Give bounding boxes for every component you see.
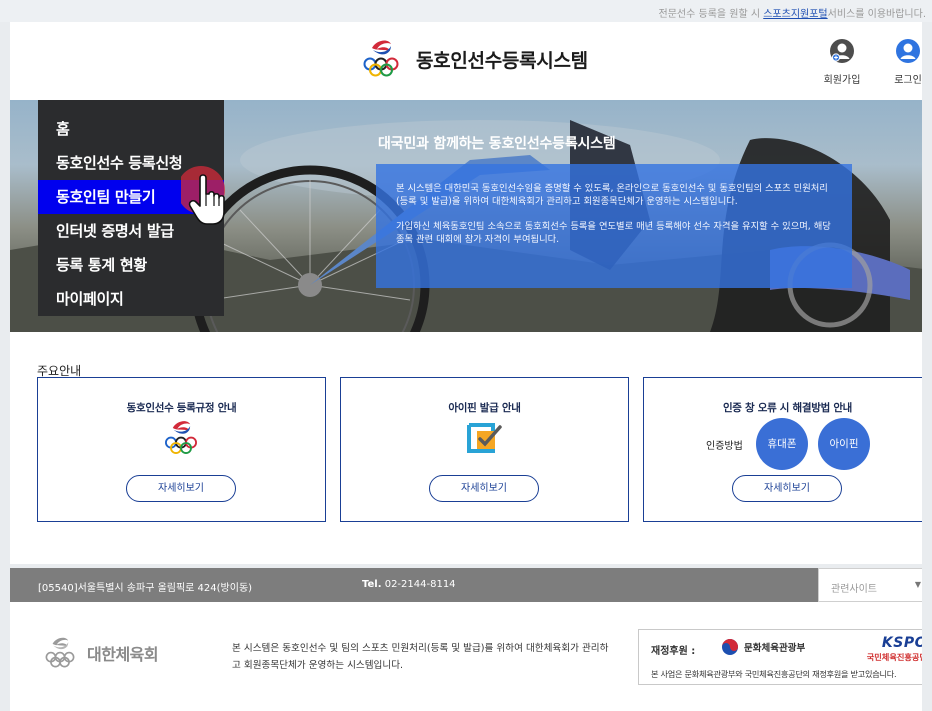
tel-label: Tel. [362, 579, 382, 590]
ministry-logo: 문화체육관광부 [721, 638, 805, 656]
kspo-name: 국민체육진흥공단 [866, 652, 927, 662]
olympic-rings-logo [165, 421, 197, 454]
top-notice-bar: 전문선수 등록을 원할 시 스포츠지원포털서비스를 이용바랍니다. [0, 0, 932, 22]
hero-title: 대국민과 함께하는 동호인선수등록시스템 [378, 136, 616, 152]
detail-button[interactable]: 자세히보기 [732, 475, 842, 502]
hero-paragraph-1: 본 시스템은 대한민국 동호인선수임을 증명할 수 있도록, 온라인으로 동호인… [396, 183, 828, 207]
card-ipin-guide: 아이핀 발급 안내 자세히보기 [340, 377, 629, 522]
site-footer: 대한체육회 본 시스템은 동호인선수 및 팀의 스포츠 민원처리(등록 및 발급… [10, 602, 932, 711]
auth-method-label: 인증방법 [706, 441, 743, 452]
taegeuk-icon [722, 639, 738, 655]
olympic-rings-logo [363, 40, 399, 77]
menu-item-mypage[interactable]: 마이페이지 [38, 282, 224, 316]
page-scrollbar[interactable] [922, 22, 932, 711]
sports-portal-link[interactable]: 스포츠지원포털 [763, 9, 827, 20]
login-user-icon [896, 39, 920, 63]
ministry-name: 문화체육관광부 [744, 643, 806, 654]
detail-button[interactable]: 자세히보기 [126, 475, 236, 502]
sponsor-label: 재정후원 : [651, 646, 696, 657]
join-button[interactable]: 회원가입 [816, 38, 868, 86]
hand-pointer-icon [181, 166, 225, 225]
top-notice-text: 전문선수 등록을 원할 시 스포츠지원포털서비스를 이용바랍니다. [659, 5, 926, 20]
menu-item-statistics[interactable]: 등록 통계 현황 [38, 248, 224, 282]
ipin-auth-button[interactable]: 아이핀 [818, 418, 870, 470]
footer-description: 본 시스템은 동호인선수 및 팀의 스포츠 민원처리(등록 및 발급)를 위하여… [232, 643, 609, 671]
ipin-icon [467, 423, 502, 453]
sponsor-box: 재정후원 : 문화체육관광부 KSPO 국민체육진흥공단 본 사업은 문화체육관… [638, 629, 932, 685]
related-sites-label: 관련사이트 [831, 584, 877, 595]
top-notice-prefix: 전문선수 등록을 원할 시 [658, 9, 764, 20]
chevron-down-icon: ▼ [914, 580, 921, 589]
detail-button[interactable]: 자세히보기 [429, 475, 539, 502]
card-title: 아이핀 발급 안내 [448, 402, 521, 414]
brand[interactable]: 동호인선수등록시스템 [358, 36, 588, 82]
tel-number: 02-2144-8114 [384, 579, 456, 590]
site-title: 동호인선수등록시스템 [416, 49, 588, 72]
card-title: 동호인선수 등록규정 안내 [126, 402, 237, 414]
kspo-logo: KSPO 국민체육진흥공단 [845, 635, 927, 663]
menu-item-home[interactable]: 홈 [38, 112, 224, 146]
top-notice-suffix: 서비스를 이용바랍니다. [827, 9, 926, 20]
hero-paragraph-2: 가입하신 체육동호인팀 소속으로 동호회선수 등록을 연도별로 매년 등록해야 … [396, 221, 831, 245]
card-auth-error-guide: 인증 창 오류 시 해결방법 안내 인증방법 휴대폰 아이핀 자세히보기 [643, 377, 932, 522]
join-user-icon [830, 39, 854, 63]
olympic-rings-logo [45, 637, 75, 668]
main-content: 주요안내 동호인선수 등록규정 안내 자세히보기 아이핀 발급 안내 자세히보기… [10, 332, 932, 564]
site-header: 동호인선수등록시스템 회원가입 로그인 [10, 22, 932, 100]
address-text: [05540]서울특별시 송파구 올림픽로 424(방이동) [38, 583, 253, 594]
footer-org-name: 대한체육회 [87, 645, 159, 664]
footer-logo: 대한체육회 [41, 634, 159, 672]
card-title: 인증 창 오류 시 해결방법 안내 [722, 402, 853, 414]
mobile-auth-button[interactable]: 휴대폰 [756, 418, 808, 470]
tel-text: Tel. 02-2144-8114 [362, 579, 456, 590]
sponsor-note: 본 사업은 문화체육관광부와 국민체육진흥공단의 재정후원을 받고있습니다. [651, 669, 897, 679]
card-registration-rules: 동호인선수 등록규정 안내 자세히보기 [37, 377, 326, 522]
related-sites-select[interactable]: 관련사이트 ▼ [818, 568, 932, 602]
hero-description-box: 본 시스템은 대한민국 동호인선수임을 증명할 수 있도록, 온라인으로 동호인… [376, 164, 852, 288]
address-bar: [05540]서울특별시 송파구 올림픽로 424(방이동) Tel. 02-2… [10, 568, 932, 602]
kspo-wordmark: KSPO [881, 635, 927, 651]
join-label: 회원가입 [823, 75, 861, 86]
